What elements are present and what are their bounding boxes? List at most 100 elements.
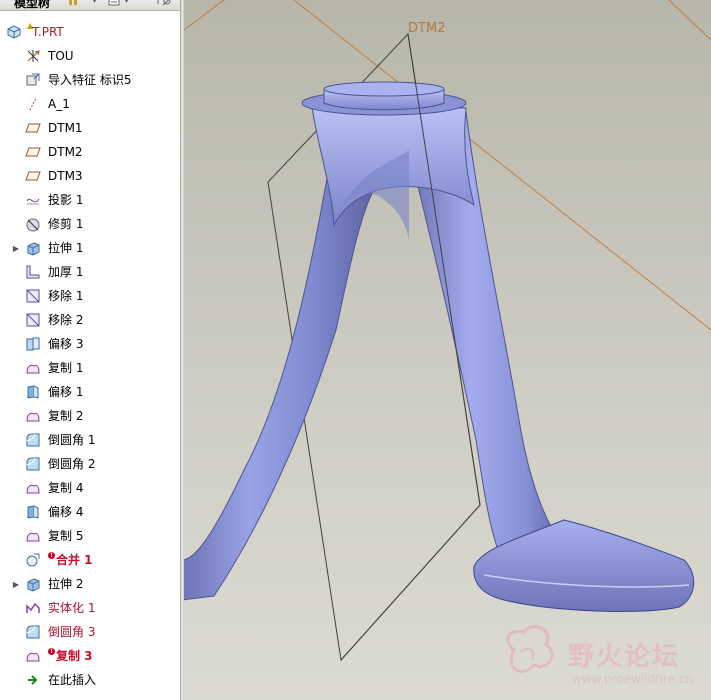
round-icon [25, 456, 41, 472]
tree-item-label: 移除 2 [48, 313, 84, 327]
column-display-icon[interactable] [148, 0, 162, 6]
tree-item-label: 复制 1 [48, 361, 84, 375]
expand-arrow-icon[interactable]: ▶ [12, 237, 20, 259]
show-menu-icon[interactable]: ▾ [92, 0, 106, 6]
offset-surface-icon [25, 504, 41, 520]
tree-item[interactable]: ▶ 拉伸 1 [0, 237, 180, 259]
tree-item[interactable]: 复制 4 [0, 477, 180, 499]
tree-item[interactable]: 偏移 3 [0, 333, 180, 355]
tree-item-label: DTM2 [48, 145, 83, 159]
tree-item-label: 移除 1 [48, 289, 84, 303]
round-icon [25, 624, 41, 640]
failure-marker-icon: ! [48, 648, 55, 655]
trim-icon [25, 216, 41, 232]
tree-item-label: 拉伸 2 [48, 577, 84, 591]
panel-title: 模型树 [14, 0, 51, 10]
tree-item[interactable]: 倒圆角 2 [0, 453, 180, 475]
tree-item[interactable]: 偏移 4 [0, 501, 180, 523]
tree-item[interactable]: 修剪 1 [0, 213, 180, 235]
expand-arrow-icon[interactable]: ▶ [12, 573, 20, 595]
tree-item[interactable]: 加厚 1 [0, 261, 180, 283]
tree-item-label: 倒圆角 2 [48, 457, 96, 471]
tree-item[interactable]: DTM3 [0, 165, 180, 187]
tree-item[interactable]: 复制 1 [0, 357, 180, 379]
round-icon [25, 432, 41, 448]
list-view-icon[interactable] [108, 0, 122, 6]
remove-icon [25, 312, 41, 328]
tree-root-part[interactable]: ▲ T.PRT [0, 21, 180, 43]
import-feature-icon [25, 72, 41, 88]
tree-item[interactable]: 倒圆角 1 [0, 429, 180, 451]
project-curve-icon [25, 192, 41, 208]
datum-plane-icon [25, 120, 41, 136]
tree-root-label: T.PRT [32, 25, 64, 39]
tree-item-label: 导入特征 标识5 [48, 73, 132, 87]
filter-icon[interactable] [162, 0, 176, 6]
tree-item-label: 倒圆角 1 [48, 433, 96, 447]
tree-item-label: 复制 4 [48, 481, 84, 495]
copy-surface-icon [25, 408, 41, 424]
tree-item-label: DTM3 [48, 169, 83, 183]
graphics-viewport[interactable]: DTM2 野火论坛 www.proewildfire.cn [184, 0, 711, 700]
extrude-icon [25, 576, 41, 592]
datum-axis-icon [25, 96, 41, 112]
tree-item[interactable]: 倒圆角 3 [0, 621, 180, 643]
watermark-logo [506, 625, 554, 673]
tree-item[interactable]: 复制 5 [0, 525, 180, 547]
tree-item-label: 合并 1 [56, 553, 93, 567]
tree-item-label: 在此插入 [48, 673, 97, 687]
copy-surface-icon [25, 528, 41, 544]
tree-item-label: 投影 1 [48, 193, 84, 207]
tree-item[interactable]: ▶ 拉伸 2 [0, 573, 180, 595]
tree-item[interactable]: DTM2 [0, 141, 180, 163]
tree-item[interactable]: 移除 2 [0, 309, 180, 331]
tree-item-label: 复制 5 [48, 529, 84, 543]
tree-item-label: 实体化 1 [48, 601, 96, 615]
tree-item-label: 复制 2 [48, 409, 84, 423]
copy-surface-icon [25, 480, 41, 496]
tree-item-label: 倒圆角 3 [48, 625, 96, 639]
model-scene [184, 0, 711, 673]
copy-surface-icon [25, 360, 41, 376]
model-tree-panel: 模型树 ▾ ▾ ▲ T.PRT TOU 导入特征 标识5 A_1 DTM1 DTM2 DTM3… [0, 0, 181, 700]
tree-item-label: 偏移 3 [48, 337, 84, 351]
tree-item[interactable]: 移除 1 [0, 285, 180, 307]
datum-plane-icon [25, 168, 41, 184]
tree-item[interactable]: 在此插入 [0, 669, 180, 691]
merge-icon [25, 552, 41, 568]
coordinate-system-icon [25, 48, 41, 64]
tree-item[interactable]: A_1 [0, 93, 180, 115]
top-face [323, 81, 445, 97]
tree-item-label: TOU [48, 49, 74, 63]
tree-item-label: 偏移 1 [48, 385, 84, 399]
list-menu-icon[interactable]: ▾ [124, 0, 138, 6]
datum-plane-edge [184, 0, 225, 31]
tree-item[interactable]: ! 复制 3 [0, 645, 180, 667]
datum-plane-label[interactable]: DTM2 [408, 21, 445, 36]
tree-item-label: 偏移 4 [48, 505, 84, 519]
tree-item[interactable]: DTM1 [0, 117, 180, 139]
watermark-url: www.proewildfire.cn [572, 672, 693, 686]
offset-surface-icon [25, 384, 41, 400]
tree-item[interactable]: TOU [0, 45, 180, 67]
tree-item-label: 拉伸 1 [48, 241, 84, 255]
datum-plane-edge [668, 0, 711, 41]
settings-icon[interactable] [68, 0, 82, 6]
thicken-icon [25, 264, 41, 280]
tree-item[interactable]: 投影 1 [0, 189, 180, 211]
part-cube-icon [6, 24, 22, 40]
tree-item[interactable]: 偏移 1 [0, 381, 180, 403]
insert-here-arrow-icon [25, 672, 41, 688]
failure-marker-icon: ! [48, 552, 55, 559]
tree-item[interactable]: ! 合并 1 [0, 549, 180, 571]
offset-icon [25, 336, 41, 352]
tree-item[interactable]: 实体化 1 [0, 597, 180, 619]
dtm2-plane-edge [340, 504, 481, 661]
solidify-icon [25, 600, 41, 616]
tree-item-label: A_1 [48, 97, 70, 111]
watermark-title: 野火论坛 [568, 642, 681, 672]
tree-item[interactable]: 复制 2 [0, 405, 180, 427]
tree-item[interactable]: 导入特征 标识5 [0, 69, 180, 91]
tree-item-label: 复制 3 [56, 649, 93, 663]
remove-icon [25, 288, 41, 304]
